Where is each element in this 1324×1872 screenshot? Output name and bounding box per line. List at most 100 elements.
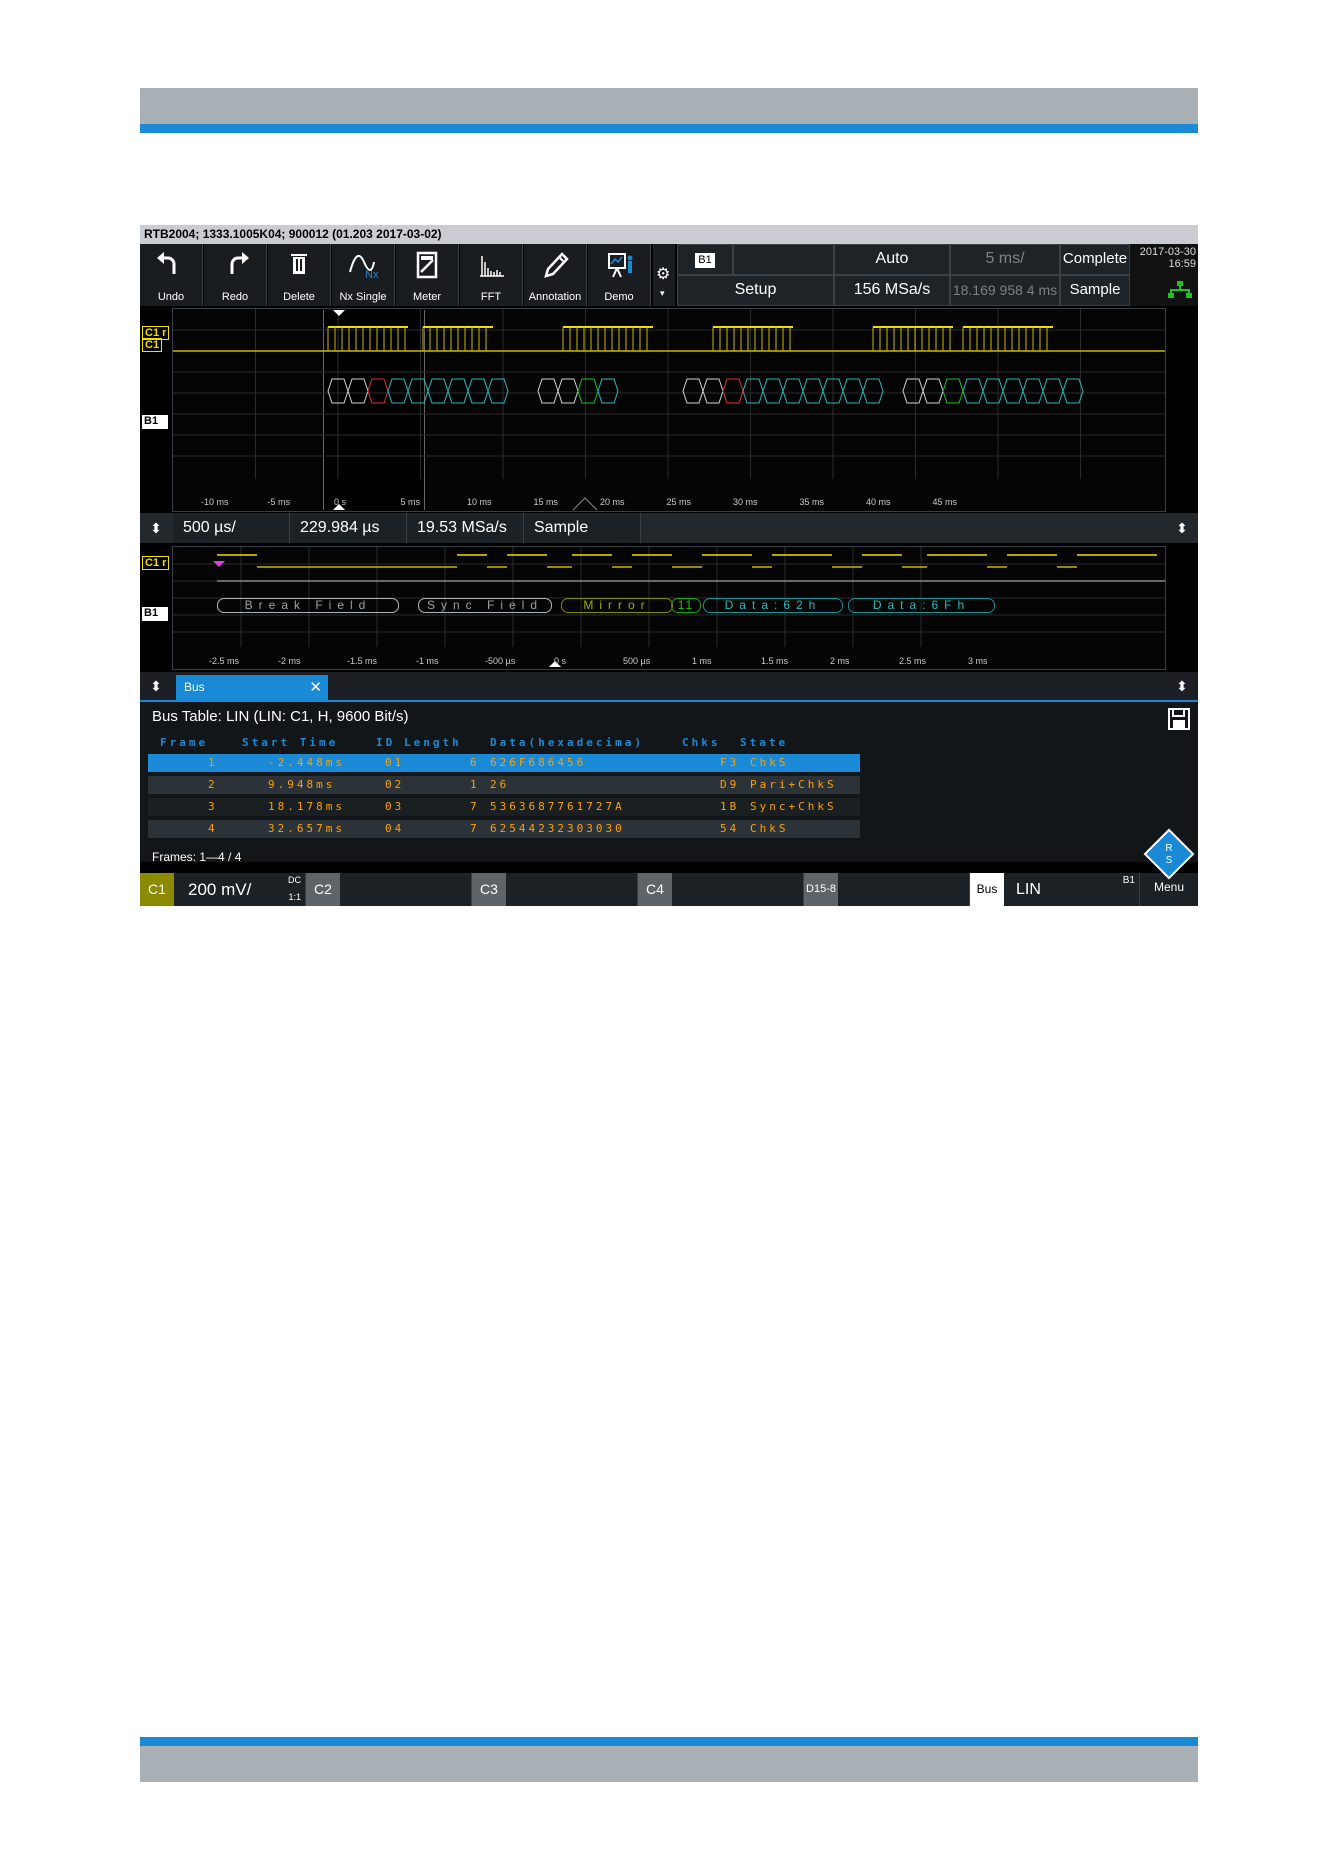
frame-mirror[interactable]: Mirror [561, 598, 673, 613]
demo-button[interactable]: Demo [588, 244, 651, 306]
zoom-tick-label: 500 µs [623, 656, 651, 666]
table-row[interactable]: 3 18.178ms 03 7 5363687761727A 1B Sync+C… [148, 798, 860, 816]
nx-single-button[interactable]: Nx Nx Single [332, 244, 395, 306]
channel1-ratio: 1:1 [288, 892, 301, 902]
acquisition-state[interactable]: Complete [1060, 244, 1130, 275]
bus-symbol [347, 378, 369, 404]
bus-symbol [1022, 378, 1044, 404]
cell-state: ChkS [750, 822, 789, 835]
sample-rate[interactable]: 156 MSa/s [834, 275, 950, 306]
cell-state: ChkS [750, 756, 789, 769]
bus-symbol [922, 378, 944, 404]
channel4-label: C4 [638, 873, 672, 906]
annotation-label: Annotation [528, 291, 582, 303]
channel1-tag[interactable]: C1 [142, 338, 163, 352]
overview-traces: -10 ms -5 ms 0 s 5 ms 10 ms 15 ms 20 ms 25 ms 30… [173, 309, 1165, 511]
header-chks[interactable]: Chks [682, 734, 721, 752]
overview-tick-label: 15 ms [534, 497, 559, 507]
cell-chks: 1B [720, 800, 740, 813]
annotation-icon [544, 252, 569, 278]
overview-tick-label: 5 ms [401, 497, 421, 507]
header-band [140, 88, 1198, 124]
tab-bus[interactable]: Bus ✕ [176, 675, 328, 700]
bus-badge-cell[interactable]: B1 [677, 244, 733, 275]
bus-symbol [597, 378, 619, 404]
delete-button[interactable]: Delete [268, 244, 331, 306]
channel-bar: C1 200 mV/ DC 1:1 C2 C3 C4 D15-8 Bus LIN… [140, 873, 1198, 906]
bus-table-panel: Bus Table: LIN (LIN: C1, H, 9600 Bit/s) … [140, 702, 1198, 864]
bus-symbol [1002, 378, 1024, 404]
acquisition-mode[interactable]: Sample [1060, 275, 1130, 306]
zoom-tick-label: 1 ms [692, 656, 712, 666]
time-scale[interactable]: 5 ms/ [950, 244, 1060, 275]
zoom-time-scale[interactable]: 500 µs/ [173, 513, 290, 543]
tab-resize-icon[interactable]: ⬍ [140, 672, 172, 700]
nx-single-label: Nx Single [339, 291, 387, 303]
cell-chks: 54 [720, 822, 740, 835]
table-row[interactable]: 1 -2.448ms 01 6 626F686456 F3 ChkS [148, 754, 860, 772]
frame-id[interactable]: 11 [671, 598, 701, 613]
digital-label: D15-8 [804, 873, 838, 906]
bus-box[interactable]: Bus LIN B1 [970, 873, 1140, 906]
bus-symbol [782, 378, 804, 404]
cell-id: 04 [385, 822, 405, 835]
channel2-box[interactable]: C2 [306, 873, 472, 906]
channel1-box[interactable]: C1 200 mV/ DC 1:1 [140, 873, 306, 906]
demo-label: Demo [604, 291, 634, 303]
zoom-tick-label: 3 ms [968, 656, 988, 666]
zoom-sample-rate[interactable]: 19.53 MSa/s [407, 513, 524, 543]
overview-tick-label: 25 ms [667, 497, 692, 507]
save-icon[interactable] [1168, 708, 1190, 730]
annotation-button[interactable]: Annotation [524, 244, 587, 306]
channel4-box[interactable]: C4 [638, 873, 804, 906]
frame-data-1[interactable]: Data:62h [703, 598, 843, 613]
close-icon[interactable]: ✕ [309, 675, 322, 700]
bus-symbol [742, 378, 764, 404]
header-length[interactable]: Length [404, 734, 462, 752]
undo-button[interactable]: Undo [140, 244, 203, 306]
panel-resize-icon[interactable]: ⬍ [1166, 513, 1198, 543]
digital-box[interactable]: D15-8 [804, 873, 970, 906]
bus-symbol [842, 378, 864, 404]
table-row[interactable]: 4 32.657ms 04 7 62544232303030 54 ChkS [148, 820, 860, 838]
zoom-tick-label: 0 s [554, 656, 567, 666]
table-resize-icon[interactable]: ⬍ [1166, 672, 1198, 700]
cell-state: Pari+ChkS [750, 778, 837, 791]
trigger-mode[interactable]: Auto [834, 244, 950, 275]
tab-bus-label: Bus [184, 680, 205, 694]
zoom-waveform-area[interactable]: -2.5 ms -2 ms -1.5 ms -1 ms -500 µs 0 s 500 µs… [172, 546, 1166, 670]
header-id[interactable]: ID [376, 734, 395, 752]
bus1-tag[interactable]: B1 [142, 415, 168, 429]
table-row[interactable]: 2 9.948ms 02 1 26 D9 Pari+ChkS [148, 776, 860, 794]
setup-button[interactable]: Setup [677, 275, 834, 306]
cell-frame: 2 [208, 778, 218, 791]
meter-button[interactable]: Meter [396, 244, 459, 306]
zoom-bus1-tag[interactable]: B1 [142, 607, 168, 621]
bus-symbol [702, 378, 724, 404]
position-marker [572, 497, 598, 511]
channel3-box[interactable]: C3 [472, 873, 638, 906]
overview-waveform-area[interactable]: -10 ms -5 ms 0 s 5 ms 10 ms 15 ms 20 ms 25 ms 30… [172, 308, 1166, 512]
frame-break-field[interactable]: Break Field [217, 598, 399, 613]
cell-chks: D9 [720, 778, 740, 791]
frame-data-2[interactable]: Data:6Fh [848, 598, 995, 613]
header-frame[interactable]: Frame [160, 734, 208, 752]
menu-button[interactable]: R S Menu [1140, 825, 1198, 906]
zoom-resize-up-down-icon[interactable]: ⬍ [140, 513, 172, 543]
redo-button[interactable]: Redo [204, 244, 267, 306]
settings-button[interactable]: ⚙ ▾ [653, 244, 675, 306]
header-start-time[interactable]: Start Time [242, 734, 338, 752]
svg-text:S: S [1166, 855, 1173, 866]
cell-frame: 3 [208, 800, 218, 813]
horizontal-position[interactable]: 18.169 958 4 ms [950, 275, 1060, 306]
zoom-position[interactable]: 229.984 µs [290, 513, 407, 543]
zoom-acq-mode[interactable]: Sample [524, 513, 641, 543]
zoom-channel1-tag[interactable]: C1 r [142, 556, 170, 570]
fft-button[interactable]: FFT [460, 244, 523, 306]
frame-sync-field[interactable]: Sync Field [418, 598, 552, 613]
header-state[interactable]: State [740, 734, 788, 752]
bus-label: Bus [970, 873, 1004, 906]
footer-accent-line [140, 1737, 1198, 1746]
rohde-schwarz-logo-icon: R S [1143, 828, 1195, 880]
header-data[interactable]: Data(hexadecima) [490, 734, 644, 752]
